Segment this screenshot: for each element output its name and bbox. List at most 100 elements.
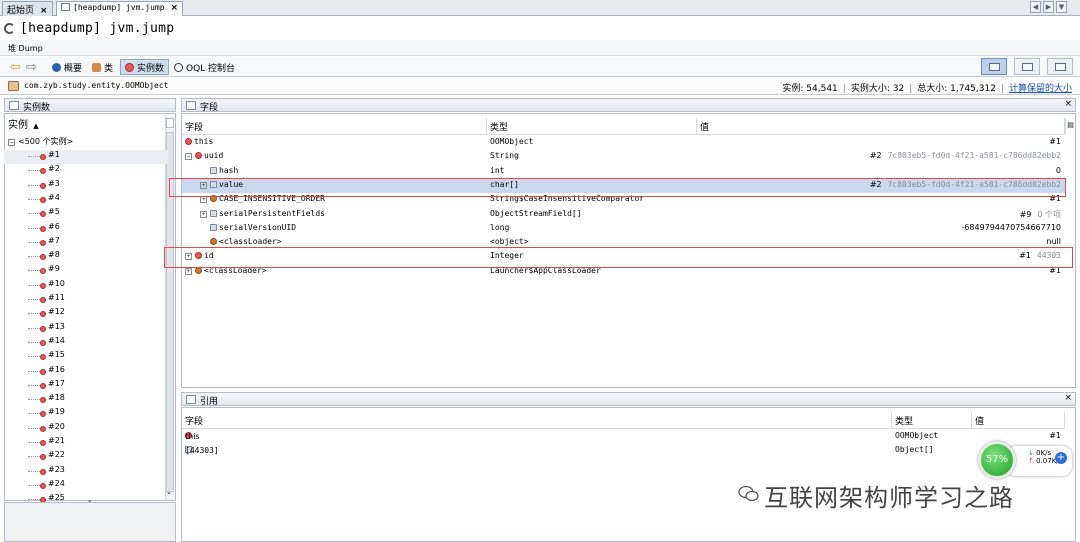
instance-icon	[40, 254, 46, 261]
instances-button[interactable]: 实例数	[120, 59, 170, 75]
fields-column-value[interactable]: 值	[697, 118, 1065, 134]
instance-item[interactable]: #23	[4, 465, 168, 479]
class-name: com.zyb.study.entity.OOMObject	[24, 81, 169, 90]
tab-start-page[interactable]: 起始页 ×	[2, 1, 53, 16]
close-icon[interactable]: ×	[171, 3, 179, 13]
view-toggle-1-button[interactable]	[981, 58, 1007, 75]
field-row[interactable]: − uuid String #2 7c803eb5-fd0d-4f21-a581-c78…	[182, 150, 1065, 164]
instance-icon	[40, 168, 46, 175]
instance-item[interactable]: #1	[4, 150, 168, 165]
tab-heapdump[interactable]: [heapdump] jvm.jump ×	[56, 1, 184, 16]
close-icon[interactable]: ×	[1064, 99, 1072, 109]
scroll-left-icon[interactable]: ◀	[1030, 1, 1041, 13]
ref-row-array[interactable]: +[44303] Object[] #1	[182, 444, 1065, 458]
instance-item[interactable]: #6	[4, 222, 168, 236]
refs-column-name[interactable]: 字段	[182, 412, 892, 428]
instance-item[interactable]: #7	[4, 236, 168, 250]
collapse-icon[interactable]: −	[185, 153, 192, 161]
instance-label: #18	[48, 393, 65, 403]
instance-item[interactable]: #15	[4, 350, 168, 364]
instance-item[interactable]: #22	[4, 450, 168, 464]
fields-column-name[interactable]: 字段	[182, 118, 487, 134]
column-label: 实例	[8, 120, 28, 131]
annotation-box	[169, 178, 1066, 197]
instance-item[interactable]: #24	[4, 479, 168, 493]
plus-icon[interactable]: +	[1055, 452, 1067, 464]
instance-icon	[185, 138, 192, 145]
window-icon	[989, 63, 1000, 71]
instance-item[interactable]: #18	[4, 393, 168, 407]
instance-icon	[125, 62, 134, 72]
upload-arrow-icon: ↑	[1028, 457, 1034, 465]
field-value-cell: -6849794470754667710	[955, 223, 1061, 232]
instance-item[interactable]: #21	[4, 436, 168, 450]
column-chooser-icon[interactable]: ▤	[1065, 118, 1075, 134]
compute-retained-link[interactable]: 计算保留的大小	[1009, 84, 1072, 94]
instance-item[interactable]: #19	[4, 407, 168, 421]
ref-name: this	[185, 432, 200, 441]
panel-icon	[186, 395, 196, 404]
instance-item[interactable]: #12	[4, 307, 168, 321]
instance-item[interactable]: #4	[4, 193, 168, 207]
collapse-icon[interactable]: −	[8, 139, 15, 146]
instance-item[interactable]: #3	[4, 179, 168, 193]
instances-column-header[interactable]: 实例 ▲	[4, 116, 164, 132]
static-field-icon	[210, 238, 217, 246]
instance-item[interactable]: #9	[4, 264, 168, 278]
oql-console-button[interactable]: OQL 控制台	[170, 59, 239, 75]
expand-icon[interactable]: +	[185, 267, 192, 275]
instance-item[interactable]: #20	[4, 422, 168, 436]
instance-item[interactable]: #16	[4, 365, 168, 379]
field-row[interactable]: serialVersionUID long -6849794470754667710	[182, 222, 1065, 236]
info-icon	[52, 62, 61, 72]
expand-icon[interactable]: +	[200, 196, 207, 204]
header-divider	[182, 134, 1065, 135]
instance-icon	[40, 268, 46, 275]
tree-line	[28, 213, 40, 215]
ref-value: #1	[1049, 431, 1061, 440]
forward-button[interactable]: ⇨	[22, 59, 41, 75]
instance-item[interactable]: #13	[4, 322, 168, 336]
instance-item[interactable]: #2	[4, 164, 168, 178]
oql-label: OQL 控制台	[186, 63, 236, 74]
instance-item[interactable]: #11	[4, 293, 168, 307]
instances-items: #1 #2 #3 #4 #5 #6 #7 #8 #9 #10 #11 #12 #13 #14 #15 #16 #…	[4, 150, 168, 510]
tree-line	[28, 270, 40, 272]
field-name: <classLoader>	[219, 237, 282, 247]
instance-item[interactable]: #5	[4, 207, 168, 221]
instance-label: #14	[48, 335, 65, 345]
field-row[interactable]: + serialPersistentFields ObjectStreamField…	[182, 208, 1065, 222]
primitive-field-icon	[210, 209, 217, 217]
instance-item[interactable]: #17	[4, 379, 168, 393]
instance-item[interactable]: #14	[4, 336, 168, 350]
view-toggle-2-button[interactable]	[1014, 58, 1040, 75]
ref-row-this[interactable]: this OOMObject #1	[182, 430, 1065, 444]
classes-button[interactable]: 类	[88, 59, 117, 75]
tab-menu-icon[interactable]: ▼	[1056, 1, 1067, 13]
instance-item[interactable]: #10	[4, 279, 168, 293]
classes-label: 类	[104, 63, 114, 74]
refs-column-type[interactable]: 类型	[892, 412, 972, 428]
instance-item[interactable]: #8	[4, 250, 168, 264]
cpu-gauge[interactable]: 57%	[978, 441, 1016, 479]
instance-label: #1	[48, 150, 60, 159]
instance-label: #6	[48, 221, 60, 231]
close-icon[interactable]: ×	[40, 6, 48, 16]
summary-button[interactable]: 概要	[48, 59, 86, 75]
view-toggle-3-button[interactable]	[1047, 58, 1073, 75]
scroll-right-icon[interactable]: ▶	[1043, 1, 1054, 13]
classes-icon	[92, 62, 101, 72]
column-chooser-icon[interactable]	[166, 118, 174, 128]
ref-type: OOMObject	[895, 431, 939, 440]
field-row[interactable]: hash int 0	[182, 165, 1065, 179]
fields-column-type[interactable]: 类型	[487, 118, 697, 134]
breadcrumb-bar	[0, 40, 1080, 56]
instance-label: #21	[48, 436, 65, 445]
instances-group[interactable]: − <500 个实例>	[4, 136, 164, 150]
tree-line	[28, 341, 40, 343]
field-row[interactable]: this OOMObject #1	[182, 136, 1065, 150]
refs-column-value[interactable]: 值	[972, 412, 1065, 428]
close-icon[interactable]: ×	[1064, 393, 1072, 403]
expand-icon[interactable]: +	[200, 210, 207, 218]
instances-count: 实例: 54,541	[782, 84, 838, 94]
